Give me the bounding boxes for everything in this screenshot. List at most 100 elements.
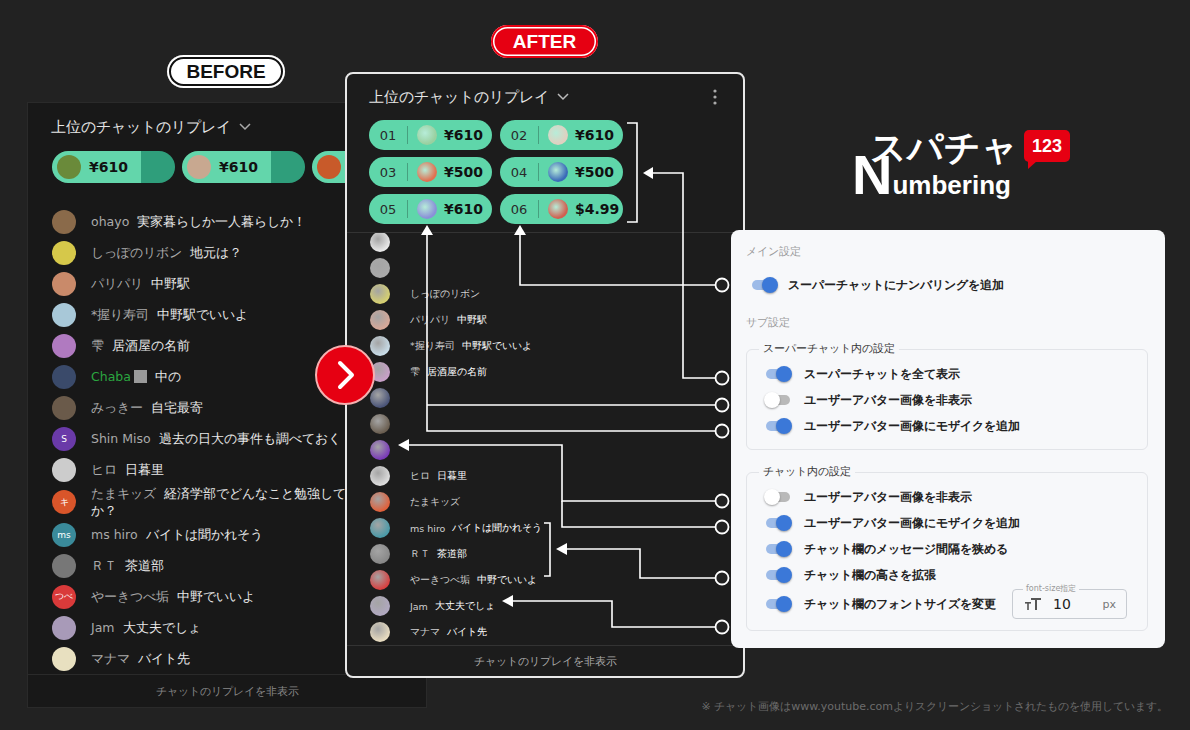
user-avatar[interactable] — [52, 210, 76, 234]
user-avatar — [417, 125, 437, 145]
setting-row: チャット欄の高さを拡張 — [764, 562, 1147, 588]
user-avatar[interactable]: キ — [52, 490, 76, 514]
more-menu-icon[interactable] — [713, 89, 717, 105]
chat-message: つべやーきつべ垢中野でいいよ — [28, 581, 346, 612]
chat-list: ohayo実家暮らしか一人暮らしか！しっぽのリボン地元は？パリパリ中野駅*握り寿… — [28, 186, 346, 674]
superchat-ticker[interactable]: 03¥500 — [369, 157, 492, 187]
chat-message: Jam大丈夫でしょ — [28, 612, 346, 643]
settings-panel: メイン設定スーパーチャットにナンバリングを追加サブ設定スーパーチャット内の設定ス… — [731, 230, 1165, 648]
user-avatar[interactable] — [52, 303, 76, 327]
chat-message: ohayo実家暮らしか一人暮らしか！ — [28, 206, 346, 237]
after-badge: AFTER — [491, 25, 598, 58]
user-avatar — [548, 162, 568, 182]
user-avatar[interactable] — [52, 334, 76, 358]
user-avatar[interactable]: S — [52, 427, 76, 451]
setting-row: チャット欄のメッセージ間隔を狭める — [764, 536, 1147, 562]
user-avatar[interactable] — [52, 647, 76, 671]
chat-message: たまキッズ — [347, 489, 743, 515]
chat-message: 雫居酒屋の名前 — [347, 359, 743, 385]
user-avatar[interactable]: つべ — [52, 585, 76, 609]
text-size-icon — [1025, 598, 1041, 610]
superchat-ticker[interactable]: 05¥610 — [369, 194, 492, 224]
user-avatar[interactable] — [370, 544, 390, 564]
member-badge — [134, 370, 147, 383]
font-size-input[interactable]: font-size指定10px — [1012, 589, 1127, 619]
user-avatar[interactable] — [52, 458, 76, 482]
ticker-grid: 01¥610 02¥610 03¥500 04¥500 05¥610 06$4.99 — [347, 120, 743, 233]
toggle-switch[interactable] — [764, 541, 792, 557]
chat-message — [347, 255, 743, 281]
user-avatar[interactable] — [370, 570, 390, 590]
chat-message: パリパリ中野駅 — [28, 268, 346, 299]
chevron-down-icon[interactable] — [239, 123, 251, 131]
toggle-switch[interactable] — [764, 489, 792, 505]
superchat-ticker[interactable]: ¥610 — [182, 151, 305, 183]
superchat-ticker[interactable]: 04¥500 — [500, 157, 623, 187]
setting-row: ユーザーアバター画像にモザイクを追加 — [764, 413, 1147, 439]
toggle-switch[interactable] — [764, 418, 792, 434]
user-avatar[interactable] — [370, 414, 390, 434]
chat-message: しっぽのリボン — [347, 281, 743, 307]
user-avatar[interactable] — [52, 396, 76, 420]
chat-header[interactable]: 上位のチャットのリプレイ — [28, 103, 346, 151]
hide-replay-button[interactable]: チャットのリプレイを非表示 — [347, 645, 743, 676]
setting-row: スーパーチャットを全て表示 — [764, 361, 1147, 387]
toggle-switch[interactable] — [764, 596, 792, 612]
user-avatar — [187, 155, 211, 179]
chat-message — [347, 233, 743, 255]
app-logo: スパチャ123Numbering — [852, 126, 1070, 202]
footnote: ※ チャット画像はwww.youtube.comよりスクリーンショットされたもの… — [702, 699, 1168, 714]
chat-message: ms hiroバイトは聞かれそう — [347, 515, 743, 541]
chat-message — [347, 411, 743, 437]
user-avatar[interactable] — [52, 616, 76, 640]
chat-header[interactable]: 上位のチャットのリプレイ — [347, 74, 743, 120]
chat-message: ＲＴ茶道部 — [347, 541, 743, 567]
superchat-ticker[interactable] — [312, 151, 346, 183]
chat-message: マナマバイト先 — [347, 619, 743, 645]
user-avatar[interactable] — [370, 622, 390, 642]
chat-message — [347, 437, 743, 463]
toggle-switch[interactable] — [764, 366, 792, 382]
hide-replay-button[interactable]: チャットのリプレイを非表示 — [28, 674, 426, 707]
chat-message: しっぽのリボン地元は？ — [28, 237, 346, 268]
user-avatar[interactable] — [370, 596, 390, 616]
chat-message: SShin Miso過去の日大の事件も調べておく — [28, 423, 346, 454]
toggle-switch[interactable] — [764, 567, 792, 583]
user-avatar[interactable] — [370, 440, 390, 460]
user-avatar[interactable] — [370, 518, 390, 538]
chat-message: msms hiroバイトは聞かれそう — [28, 519, 346, 550]
toggle-switch[interactable] — [764, 392, 792, 408]
chat-message: マナマバイト先 — [28, 643, 346, 674]
toggle-switch[interactable] — [764, 515, 792, 531]
user-avatar[interactable] — [370, 466, 390, 486]
user-avatar[interactable] — [370, 336, 390, 356]
user-avatar — [417, 162, 437, 182]
user-avatar[interactable]: ms — [52, 523, 76, 547]
next-arrow-icon — [315, 345, 375, 405]
chat-message — [347, 385, 743, 411]
user-avatar — [317, 155, 341, 179]
user-avatar[interactable] — [52, 272, 76, 296]
superchat-ticker[interactable]: 06$4.99 — [500, 194, 623, 224]
user-avatar[interactable] — [370, 284, 390, 304]
user-avatar[interactable] — [52, 554, 76, 578]
chat-message: ＲＴ茶道部 — [28, 550, 346, 581]
user-avatar[interactable] — [370, 310, 390, 330]
superchat-ticker[interactable]: ¥610 — [52, 151, 175, 183]
user-avatar[interactable] — [52, 365, 76, 389]
user-avatar[interactable] — [370, 388, 390, 408]
user-avatar[interactable] — [370, 258, 390, 278]
chat-list: しっぽのリボンパリパリ中野駅*握り寿司中野駅でいいよ雫居酒屋の名前ヒロ日暮里たま… — [347, 233, 743, 645]
setting-row: チャット欄のフォントサイズを変更font-size指定10px — [764, 588, 1147, 620]
user-avatar[interactable] — [370, 492, 390, 512]
logo-badge: 123 — [1024, 130, 1070, 162]
chevron-down-icon[interactable] — [557, 93, 569, 101]
toggle-switch[interactable] — [750, 277, 778, 293]
chat-message: *握り寿司中野駅でいいよ — [28, 299, 346, 330]
superchat-ticker[interactable]: 02¥610 — [500, 120, 623, 150]
chat-message: Chaba中の — [28, 361, 346, 392]
user-avatar[interactable] — [52, 241, 76, 265]
superchat-ticker[interactable]: 01¥610 — [369, 120, 492, 150]
user-avatar — [57, 155, 81, 179]
user-avatar[interactable] — [370, 233, 390, 252]
